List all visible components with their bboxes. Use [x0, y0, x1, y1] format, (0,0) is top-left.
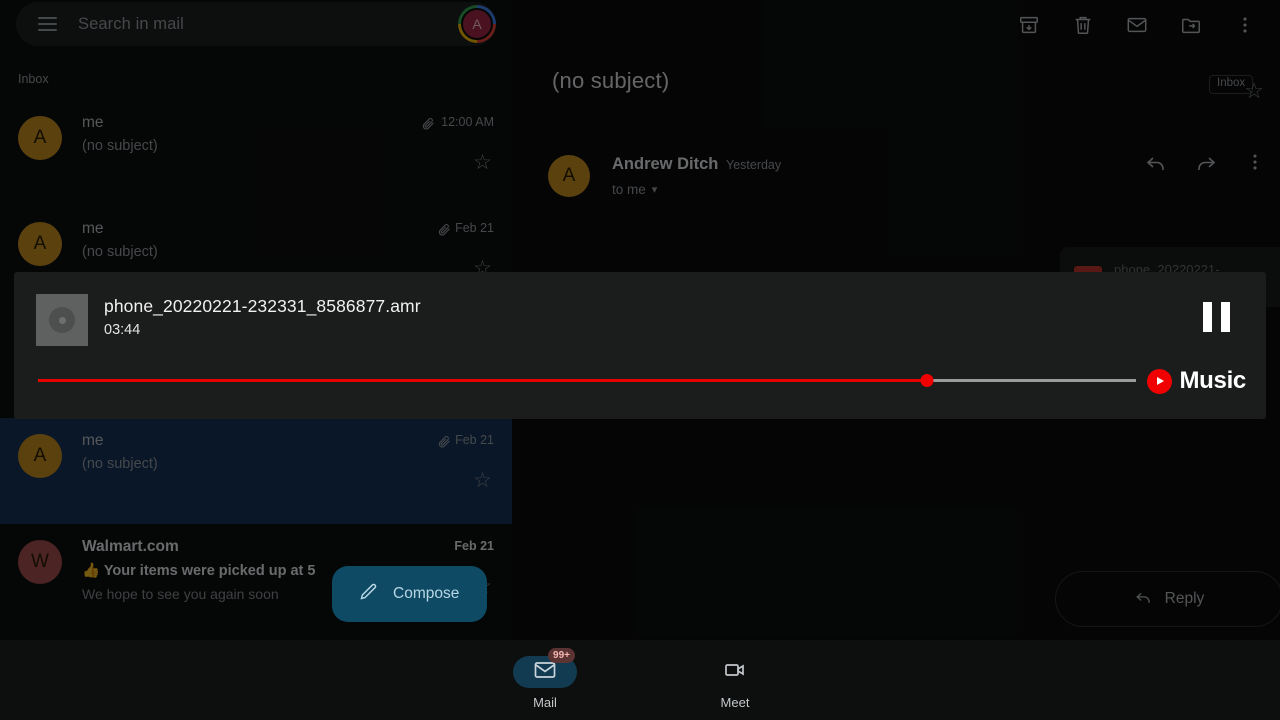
list-item-date: Feb 21 — [455, 433, 494, 447]
list-item-subject: (no subject) — [82, 138, 158, 154]
nav-label-mail: Mail — [533, 695, 557, 710]
player-brand-label: Music — [1179, 367, 1246, 394]
search-input[interactable]: Search in mail — [78, 15, 184, 34]
attachment-paperclip-icon — [437, 434, 452, 452]
message-actions — [1144, 150, 1266, 179]
player-track-title: phone_20220221-232331_8586877.amr — [104, 296, 421, 316]
search-bar[interactable]: Search in mail — [16, 2, 496, 46]
reply-action-bar: Reply Reply all Forward — [1055, 571, 1280, 627]
envelope-icon[interactable] — [1120, 8, 1154, 42]
compose-label: Compose — [393, 585, 460, 602]
seek-slider[interactable] — [38, 372, 1136, 390]
pencil-icon — [358, 581, 379, 607]
avatar-initial: A — [461, 8, 493, 40]
page-title: (no subject) — [552, 68, 670, 93]
archive-icon[interactable] — [1012, 8, 1046, 42]
move-to-folder-icon[interactable] — [1174, 8, 1208, 42]
reply-button[interactable]: Reply — [1055, 571, 1280, 627]
star-icon[interactable]: ☆ — [473, 470, 492, 491]
nav-item-meet[interactable]: Meet — [680, 656, 790, 710]
trash-icon[interactable] — [1066, 8, 1100, 42]
sender-name: Andrew Ditch — [612, 155, 719, 173]
account-avatar[interactable]: A — [458, 5, 496, 43]
media-player-overlay[interactable]: phone_20220221-232331_8586877.amr 03:44 … — [14, 272, 1266, 419]
app-screen: Search in mail A Inbox Ame (no subject) 12… — [0, 0, 1280, 720]
seek-thumb[interactable] — [920, 374, 934, 387]
attachment-paperclip-icon — [421, 116, 436, 134]
list-item-date: 12:00 AM — [441, 115, 494, 129]
avatar[interactable]: A — [18, 116, 62, 160]
nav-label-meet: Meet — [720, 695, 750, 710]
forward-icon[interactable] — [1194, 150, 1218, 179]
pause-icon[interactable] — [1203, 302, 1230, 332]
list-item-subject: 👍 Your items were picked up at 5 — [82, 563, 316, 579]
attachment-paperclip-icon — [437, 222, 452, 240]
list-item-sender: me — [82, 114, 104, 131]
list-item-date: Feb 21 — [454, 539, 494, 553]
bottom-navigation: 99+ Mail Meet — [0, 640, 1280, 720]
list-item-date: Feb 21 — [455, 221, 494, 235]
star-icon[interactable]: ☆ — [473, 152, 492, 173]
badge-count: 99+ — [548, 648, 575, 663]
recipients-text: to me — [612, 182, 646, 197]
list-item[interactable]: Ame (no subject) 12:00 AM ☆ — [0, 100, 512, 206]
video-camera-icon — [723, 658, 747, 687]
detail-toolbar — [1012, 6, 1262, 44]
reply-label: Reply — [1164, 590, 1205, 607]
compose-button[interactable]: Compose — [332, 566, 487, 622]
avatar[interactable]: A — [18, 222, 62, 266]
music-disc-icon — [36, 294, 88, 346]
list-item[interactable]: Ame (no subject) Feb 21 ☆ — [0, 418, 512, 524]
recipients-line[interactable]: to me ▾ — [612, 182, 657, 197]
list-item-sender: Walmart.com — [82, 538, 179, 555]
nav-pill-mail: 99+ — [513, 648, 577, 688]
avatar[interactable]: W — [18, 540, 62, 584]
list-item-subject: (no subject) — [82, 244, 158, 260]
player-duration: 03:44 — [104, 322, 141, 338]
avatar[interactable]: A — [18, 434, 62, 478]
list-item-snippet: We hope to see you again soon — [82, 586, 279, 602]
youtube-music-icon: Music — [1147, 367, 1246, 395]
message-timestamp: Yesterday — [726, 158, 782, 172]
seek-fill — [38, 379, 928, 382]
list-item-sender: me — [82, 432, 104, 449]
chevron-down-icon[interactable]: ▾ — [652, 183, 658, 196]
more-vertical-icon[interactable] — [1244, 151, 1266, 178]
nav-pill-meet — [703, 656, 767, 688]
hamburger-menu-icon[interactable] — [30, 7, 64, 41]
star-icon[interactable]: ☆ — [1244, 80, 1264, 102]
sender-avatar[interactable]: A — [548, 155, 590, 197]
list-item-sender: me — [82, 220, 104, 237]
nav-item-mail[interactable]: 99+ Mail — [490, 648, 600, 710]
inbox-section-label: Inbox — [18, 72, 49, 86]
reply-icon[interactable] — [1144, 150, 1168, 179]
list-item-subject: (no subject) — [82, 456, 158, 472]
reply-icon — [1134, 587, 1153, 611]
more-vertical-icon[interactable] — [1228, 8, 1262, 42]
